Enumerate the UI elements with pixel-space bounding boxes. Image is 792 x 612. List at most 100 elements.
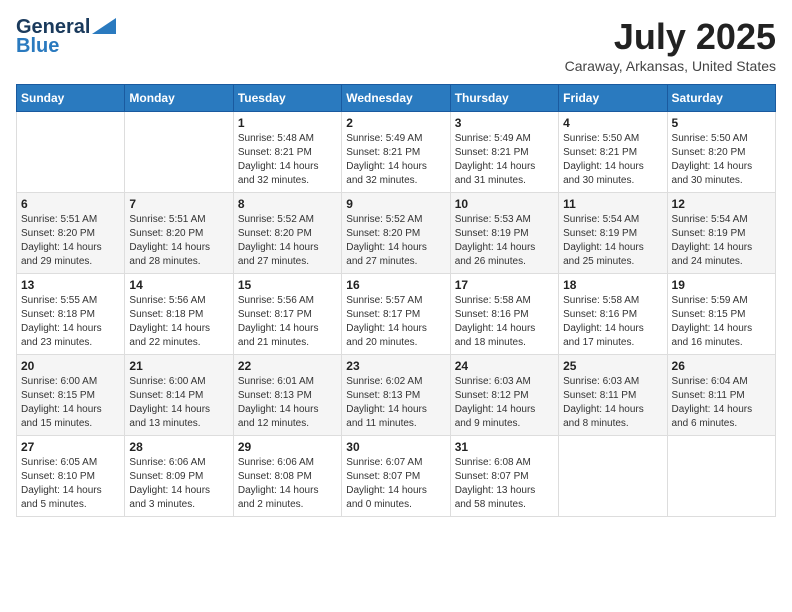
calendar-cell: 3 Sunrise: 5:49 AM Sunset: 8:21 PM Daylig… bbox=[450, 112, 558, 193]
day-info: Sunrise: 5:48 AM Sunset: 8:21 PM Dayligh… bbox=[238, 132, 337, 188]
day-info: Sunrise: 6:03 AM Sunset: 8:12 PM Dayligh… bbox=[455, 375, 554, 431]
title-section: July 2025 Caraway, Arkansas, United Stat… bbox=[565, 16, 776, 74]
day-number: 31 bbox=[455, 440, 554, 454]
calendar-cell bbox=[667, 436, 775, 517]
day-number: 13 bbox=[21, 278, 120, 292]
calendar-cell: 16 Sunrise: 5:57 AM Sunset: 8:17 PM Dayli… bbox=[342, 274, 450, 355]
day-number: 7 bbox=[129, 197, 228, 211]
calendar-cell: 25Sunrise: 6:03 AM Sunset: 8:11 PM Dayli… bbox=[559, 355, 667, 436]
day-number: 30 bbox=[346, 440, 445, 454]
calendar-week-1: 1 Sunrise: 5:48 AM Sunset: 8:21 PM Daylig… bbox=[17, 112, 776, 193]
calendar-cell: 17Sunrise: 5:58 AM Sunset: 8:16 PM Dayli… bbox=[450, 274, 558, 355]
day-number: 20 bbox=[21, 359, 120, 373]
day-info: Sunrise: 6:00 AM Sunset: 8:15 PM Dayligh… bbox=[21, 375, 120, 431]
calendar-cell: 24Sunrise: 6:03 AM Sunset: 8:12 PM Dayli… bbox=[450, 355, 558, 436]
day-number: 8 bbox=[238, 197, 337, 211]
calendar-cell: 14 Sunrise: 5:56 AM Sunset: 8:18 PM Dayli… bbox=[125, 274, 233, 355]
weekday-header-monday: Monday bbox=[125, 85, 233, 112]
day-info: Sunrise: 5:57 AM Sunset: 8:17 PM Dayligh… bbox=[346, 294, 445, 350]
day-info: Sunrise: 6:06 AM Sunset: 8:08 PM Dayligh… bbox=[238, 456, 337, 512]
day-info: Sunrise: 5:56 AM Sunset: 8:17 PM Dayligh… bbox=[238, 294, 337, 350]
day-number: 19 bbox=[672, 278, 771, 292]
day-number: 26 bbox=[672, 359, 771, 373]
calendar-week-2: 6 Sunrise: 5:51 AM Sunset: 8:20 PM Daylig… bbox=[17, 193, 776, 274]
day-info: Sunrise: 5:50 AM Sunset: 8:21 PM Dayligh… bbox=[563, 132, 662, 188]
day-number: 22 bbox=[238, 359, 337, 373]
day-number: 14 bbox=[129, 278, 228, 292]
calendar-cell: 12 Sunrise: 5:54 AM Sunset: 8:19 PM Dayli… bbox=[667, 193, 775, 274]
day-info: Sunrise: 6:02 AM Sunset: 8:13 PM Dayligh… bbox=[346, 375, 445, 431]
day-number: 23 bbox=[346, 359, 445, 373]
logo-text-blue: Blue bbox=[16, 35, 59, 58]
day-info: Sunrise: 6:06 AM Sunset: 8:09 PM Dayligh… bbox=[129, 456, 228, 512]
calendar-cell: 1 Sunrise: 5:48 AM Sunset: 8:21 PM Daylig… bbox=[233, 112, 341, 193]
day-number: 1 bbox=[238, 116, 337, 130]
calendar-cell: 6 Sunrise: 5:51 AM Sunset: 8:20 PM Daylig… bbox=[17, 193, 125, 274]
weekday-header-tuesday: Tuesday bbox=[233, 85, 341, 112]
calendar-cell: 7 Sunrise: 5:51 AM Sunset: 8:20 PM Daylig… bbox=[125, 193, 233, 274]
day-info: Sunrise: 5:52 AM Sunset: 8:20 PM Dayligh… bbox=[346, 213, 445, 269]
logo-icon bbox=[92, 18, 116, 34]
calendar-cell bbox=[125, 112, 233, 193]
day-info: Sunrise: 5:49 AM Sunset: 8:21 PM Dayligh… bbox=[455, 132, 554, 188]
day-number: 27 bbox=[21, 440, 120, 454]
day-number: 6 bbox=[21, 197, 120, 211]
day-info: Sunrise: 6:05 AM Sunset: 8:10 PM Dayligh… bbox=[21, 456, 120, 512]
day-info: Sunrise: 5:55 AM Sunset: 8:18 PM Dayligh… bbox=[21, 294, 120, 350]
day-number: 17 bbox=[455, 278, 554, 292]
calendar-cell: 2 Sunrise: 5:49 AM Sunset: 8:21 PM Daylig… bbox=[342, 112, 450, 193]
page-header: General Blue July 2025 Caraway, Arkansas… bbox=[16, 16, 776, 74]
weekday-header-wednesday: Wednesday bbox=[342, 85, 450, 112]
calendar-table: SundayMondayTuesdayWednesdayThursdayFrid… bbox=[16, 84, 776, 517]
day-info: Sunrise: 6:04 AM Sunset: 8:11 PM Dayligh… bbox=[672, 375, 771, 431]
day-number: 16 bbox=[346, 278, 445, 292]
calendar-cell: 28Sunrise: 6:06 AM Sunset: 8:09 PM Dayli… bbox=[125, 436, 233, 517]
weekday-header-thursday: Thursday bbox=[450, 85, 558, 112]
day-number: 9 bbox=[346, 197, 445, 211]
day-info: Sunrise: 5:54 AM Sunset: 8:19 PM Dayligh… bbox=[672, 213, 771, 269]
day-info: Sunrise: 6:01 AM Sunset: 8:13 PM Dayligh… bbox=[238, 375, 337, 431]
calendar-cell: 21 Sunrise: 6:00 AM Sunset: 8:14 PM Dayli… bbox=[125, 355, 233, 436]
calendar-cell: 9 Sunrise: 5:52 AM Sunset: 8:20 PM Daylig… bbox=[342, 193, 450, 274]
day-number: 12 bbox=[672, 197, 771, 211]
day-info: Sunrise: 5:50 AM Sunset: 8:20 PM Dayligh… bbox=[672, 132, 771, 188]
day-info: Sunrise: 5:51 AM Sunset: 8:20 PM Dayligh… bbox=[21, 213, 120, 269]
day-info: Sunrise: 5:52 AM Sunset: 8:20 PM Dayligh… bbox=[238, 213, 337, 269]
day-info: Sunrise: 5:56 AM Sunset: 8:18 PM Dayligh… bbox=[129, 294, 228, 350]
day-info: Sunrise: 5:58 AM Sunset: 8:16 PM Dayligh… bbox=[563, 294, 662, 350]
day-info: Sunrise: 5:59 AM Sunset: 8:15 PM Dayligh… bbox=[672, 294, 771, 350]
calendar-cell: 8 Sunrise: 5:52 AM Sunset: 8:20 PM Daylig… bbox=[233, 193, 341, 274]
day-number: 2 bbox=[346, 116, 445, 130]
day-number: 21 bbox=[129, 359, 228, 373]
weekday-header-sunday: Sunday bbox=[17, 85, 125, 112]
calendar-cell: 26 Sunrise: 6:04 AM Sunset: 8:11 PM Dayli… bbox=[667, 355, 775, 436]
day-info: Sunrise: 6:03 AM Sunset: 8:11 PM Dayligh… bbox=[563, 375, 662, 431]
calendar-cell: 22 Sunrise: 6:01 AM Sunset: 8:13 PM Dayli… bbox=[233, 355, 341, 436]
day-info: Sunrise: 5:51 AM Sunset: 8:20 PM Dayligh… bbox=[129, 213, 228, 269]
day-info: Sunrise: 6:00 AM Sunset: 8:14 PM Dayligh… bbox=[129, 375, 228, 431]
calendar-cell bbox=[559, 436, 667, 517]
day-number: 11 bbox=[563, 197, 662, 211]
calendar-cell: 30 Sunrise: 6:07 AM Sunset: 8:07 PM Dayli… bbox=[342, 436, 450, 517]
calendar-cell: 18 Sunrise: 5:58 AM Sunset: 8:16 PM Dayli… bbox=[559, 274, 667, 355]
calendar-cell: 23 Sunrise: 6:02 AM Sunset: 8:13 PM Dayli… bbox=[342, 355, 450, 436]
calendar-week-4: 20 Sunrise: 6:00 AM Sunset: 8:15 PM Dayli… bbox=[17, 355, 776, 436]
calendar-week-5: 27 Sunrise: 6:05 AM Sunset: 8:10 PM Dayli… bbox=[17, 436, 776, 517]
day-info: Sunrise: 5:49 AM Sunset: 8:21 PM Dayligh… bbox=[346, 132, 445, 188]
calendar-cell: 13 Sunrise: 5:55 AM Sunset: 8:18 PM Dayli… bbox=[17, 274, 125, 355]
calendar-cell: 20 Sunrise: 6:00 AM Sunset: 8:15 PM Dayli… bbox=[17, 355, 125, 436]
calendar-header-row: SundayMondayTuesdayWednesdayThursdayFrid… bbox=[17, 85, 776, 112]
day-number: 15 bbox=[238, 278, 337, 292]
day-number: 18 bbox=[563, 278, 662, 292]
day-number: 3 bbox=[455, 116, 554, 130]
calendar-cell: 29Sunrise: 6:06 AM Sunset: 8:08 PM Dayli… bbox=[233, 436, 341, 517]
calendar-cell: 31Sunrise: 6:08 AM Sunset: 8:07 PM Dayli… bbox=[450, 436, 558, 517]
calendar-cell: 27 Sunrise: 6:05 AM Sunset: 8:10 PM Dayli… bbox=[17, 436, 125, 517]
location-text: Caraway, Arkansas, United States bbox=[565, 58, 776, 74]
calendar-cell: 15 Sunrise: 5:56 AM Sunset: 8:17 PM Dayli… bbox=[233, 274, 341, 355]
calendar-cell bbox=[17, 112, 125, 193]
weekday-header-saturday: Saturday bbox=[667, 85, 775, 112]
calendar-cell: 10Sunrise: 5:53 AM Sunset: 8:19 PM Dayli… bbox=[450, 193, 558, 274]
day-info: Sunrise: 5:54 AM Sunset: 8:19 PM Dayligh… bbox=[563, 213, 662, 269]
day-info: Sunrise: 6:07 AM Sunset: 8:07 PM Dayligh… bbox=[346, 456, 445, 512]
